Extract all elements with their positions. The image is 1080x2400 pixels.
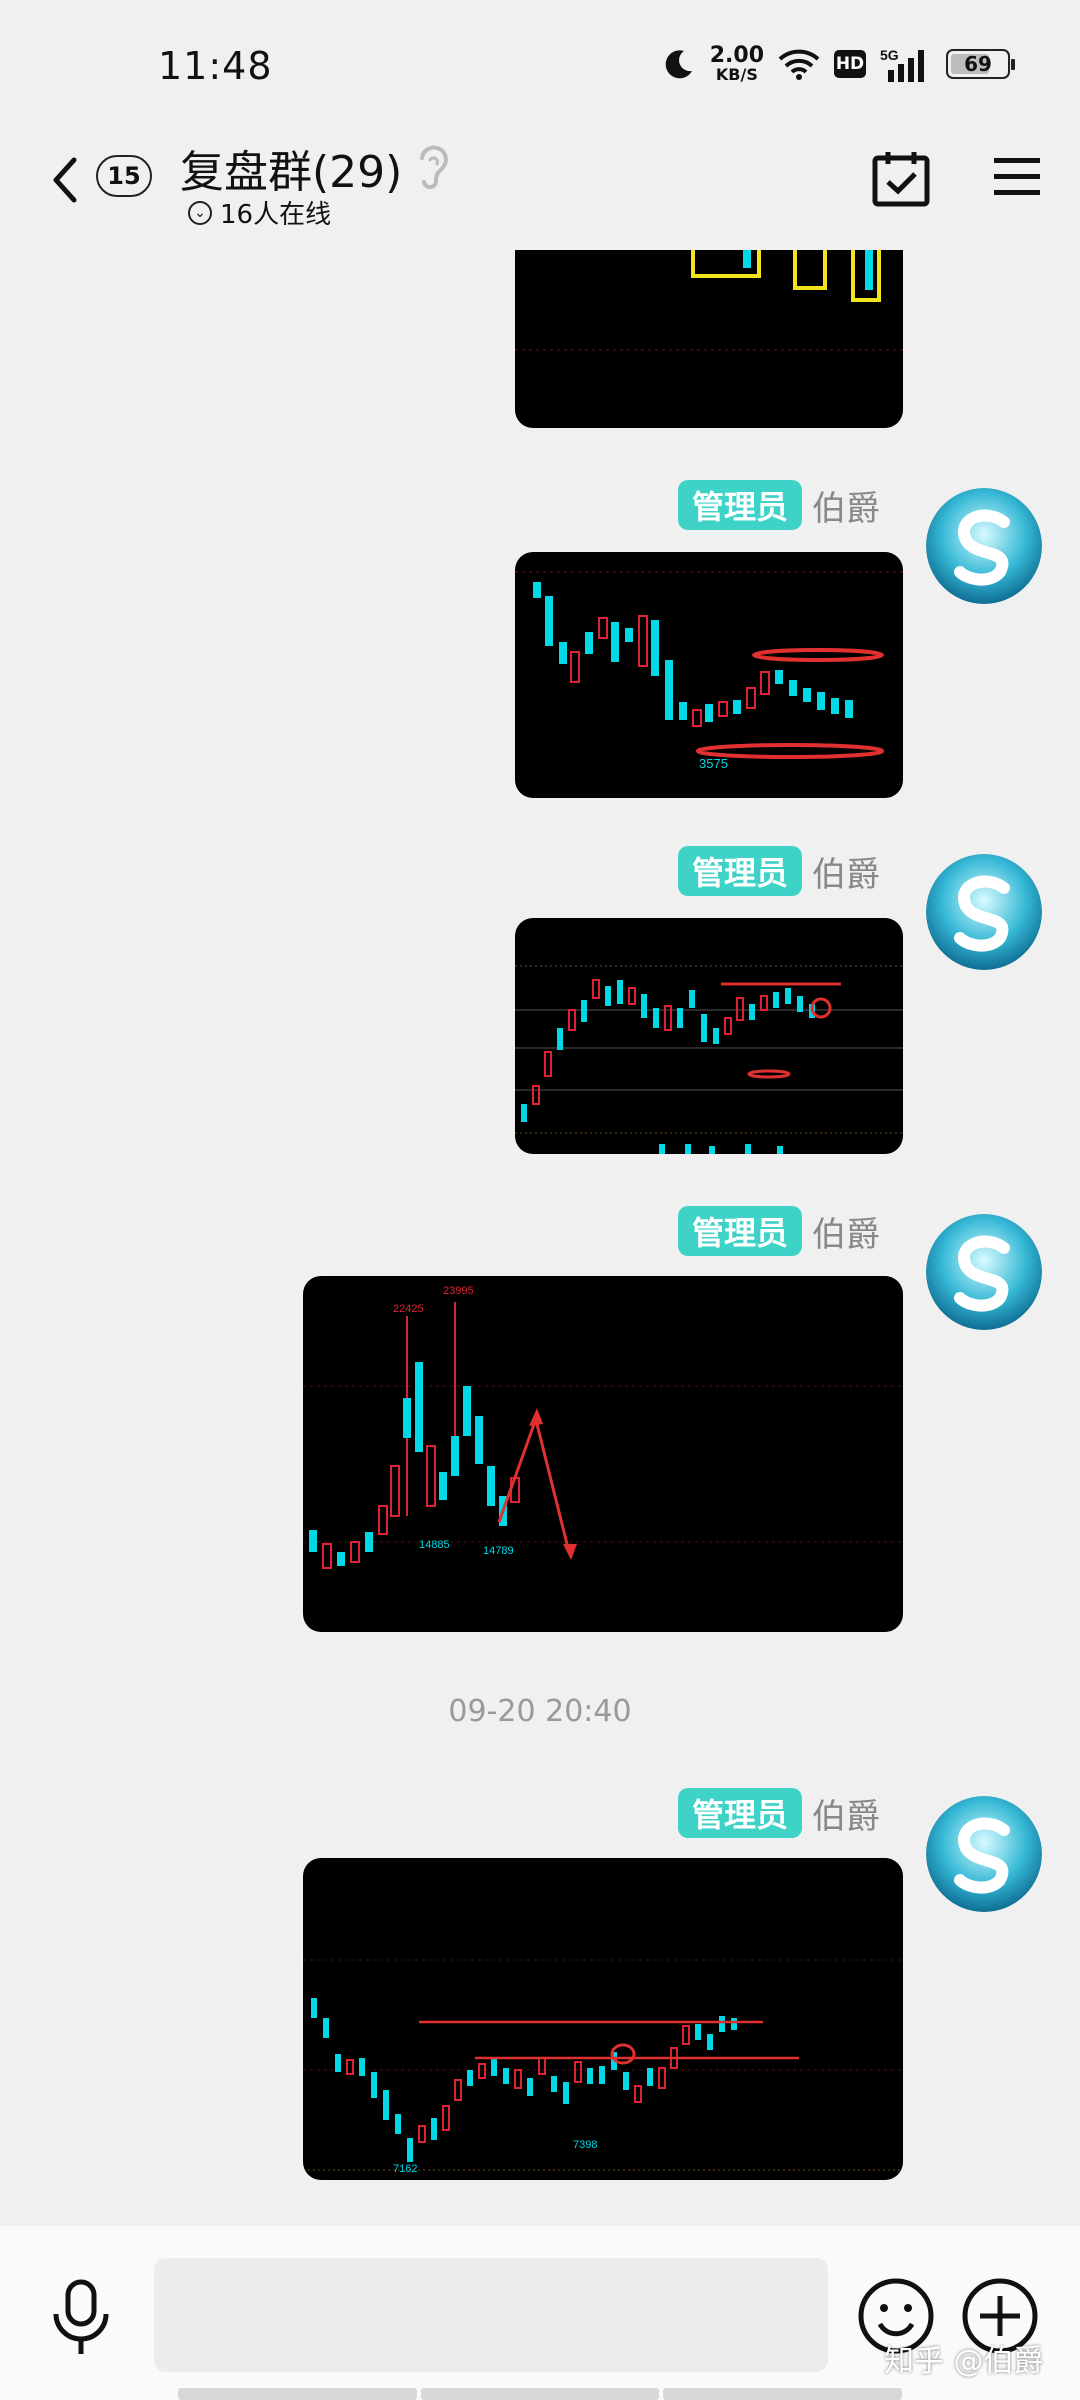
clock: 11:48 [158, 44, 273, 88]
back-arrow-icon[interactable] [46, 150, 86, 210]
avatar[interactable] [926, 488, 1042, 604]
signal-5g-icon: 5G [880, 47, 924, 82]
unread-count-badge[interactable]: 15 [96, 155, 152, 197]
chart-label: 7162 [393, 2163, 417, 2175]
admin-badge: 管理员 [677, 1788, 802, 1838]
candlestick-chart-image [515, 250, 903, 351]
sender-name[interactable]: 伯爵 [812, 481, 880, 530]
admin-badge: 管理员 [677, 1206, 802, 1256]
chart-label: 22425 [393, 1303, 424, 1315]
message-list[interactable]: 管理员 伯爵 3575 管理员 伯爵 管理员 伯爵 22425 23995 14… [0, 250, 1080, 2226]
status-icons: 2.00 KB/S HD 5G 69 [662, 40, 1015, 88]
chart-image-message[interactable] [515, 250, 903, 428]
status-bar: 11:48 2.00 KB/S HD 5G 69 [0, 0, 1080, 130]
candlestick-chart-image: 3575 [515, 571, 903, 771]
chart-image-message[interactable]: 22425 23995 14885 14789 [303, 1276, 903, 1632]
battery-level: 69 [964, 52, 992, 76]
microphone-icon[interactable] [48, 2278, 114, 2358]
admin-badge: 管理员 [677, 480, 802, 530]
menu-icon[interactable] [992, 152, 1042, 202]
online-status[interactable]: ⌄ 16人在线 [188, 194, 331, 231]
sender-name[interactable]: 伯爵 [812, 1207, 880, 1256]
network-label: 5G [880, 47, 899, 63]
message-timestamp: 09-20 20:40 [448, 1694, 632, 1729]
message-sender: 管理员 伯爵 [677, 1788, 880, 1838]
message-sender: 管理员 伯爵 [677, 846, 880, 896]
candlestick-chart-image: 7162 7398 [303, 1959, 903, 2175]
chart-label: 23995 [443, 1285, 474, 1297]
message-sender: 管理员 伯爵 [677, 1206, 880, 1256]
sender-name[interactable]: 伯爵 [812, 1789, 880, 1838]
admin-badge: 管理员 [677, 846, 802, 896]
avatar[interactable] [926, 1796, 1042, 1912]
moon-icon [665, 50, 692, 79]
ear-icon[interactable] [410, 138, 454, 192]
watermark: 知乎 @伯爵 [884, 2344, 1044, 2379]
chevron-down-icon: ⌄ [188, 200, 212, 225]
avatar[interactable] [926, 1214, 1042, 1330]
online-count: 16人在线 [220, 200, 332, 230]
wifi-icon [778, 49, 820, 80]
message-input[interactable] [154, 2258, 828, 2372]
network-speed-value: 2.00 [709, 43, 764, 68]
candlestick-chart-image: 22425 23995 14885 14789 [303, 1285, 903, 1569]
battery-icon: 69 [946, 49, 1015, 79]
group-title[interactable]: 复盘群(29) [180, 136, 402, 200]
hd-icon: HD [834, 50, 866, 78]
input-bar: 知乎 @伯爵 [0, 2226, 1080, 2400]
chart-label: 14885 [419, 1539, 450, 1551]
chart-image-message[interactable]: 7162 7398 [303, 1858, 903, 2180]
chart-label: 14789 [483, 1545, 514, 1557]
chart-label: 3575 [699, 756, 728, 771]
bottom-tab-indicators [178, 2388, 903, 2400]
network-speed: 2.00 KB/S [710, 45, 764, 83]
candlestick-chart-image [515, 965, 903, 1154]
chat-header: 15 复盘群(29) ⌄ 16人在线 [0, 130, 1080, 250]
chart-image-message[interactable] [515, 918, 903, 1154]
calendar-check-icon[interactable] [870, 148, 932, 210]
sender-name[interactable]: 伯爵 [812, 847, 880, 896]
chart-label: 7398 [573, 2139, 597, 2151]
message-sender: 管理员 伯爵 [677, 480, 880, 530]
avatar[interactable] [926, 854, 1042, 970]
chart-image-message[interactable]: 3575 [515, 552, 903, 798]
network-speed-unit: KB/S [715, 65, 758, 84]
